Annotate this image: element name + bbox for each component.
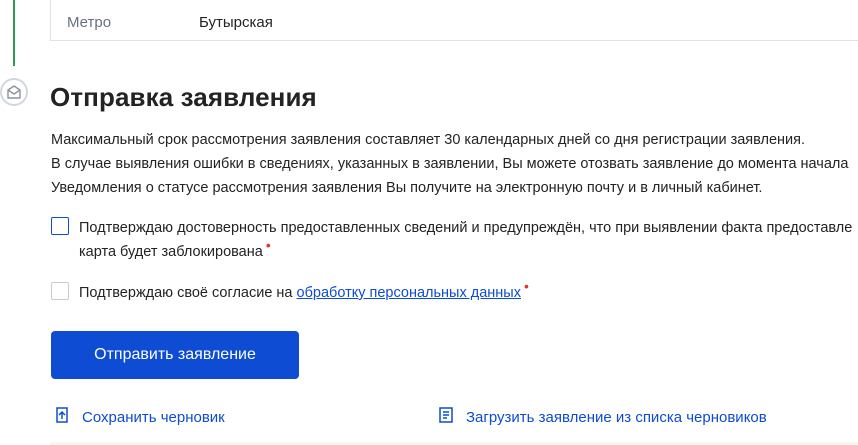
accuracy-confirmation[interactable]: Подтверждаю достоверность предоставленны…: [51, 216, 852, 264]
consent-checkbox[interactable]: [51, 282, 69, 300]
save-draft-link[interactable]: Сохранить черновик: [52, 405, 225, 430]
accuracy-label-line2: карта будет заблокирована •: [79, 237, 852, 264]
save-draft-label: Сохранить черновик: [82, 409, 225, 426]
required-marker: •: [265, 237, 271, 254]
info-line: Уведомления о статусе рассмотрения заявл…: [51, 180, 763, 196]
load-draft-link[interactable]: Загрузить заявление из списка черновиков: [436, 405, 767, 430]
info-line: В случае выявления ошибки в сведениях, у…: [51, 156, 849, 172]
submission-info: Максимальный срок рассмотрения заявления…: [51, 128, 848, 200]
accuracy-label-line1: Подтверждаю достоверность предоставленны…: [79, 220, 853, 236]
accuracy-checkbox[interactable]: [51, 217, 69, 235]
envelope-icon: [0, 78, 28, 106]
consent-label: Подтверждаю своё согласие на обработку п…: [79, 278, 529, 305]
submit-application-button[interactable]: Отправить заявление: [51, 331, 299, 379]
accuracy-label: Подтверждаю достоверность предоставленны…: [79, 216, 852, 264]
consent-text: Подтверждаю своё согласие на: [79, 285, 297, 301]
save-draft-icon: [52, 405, 72, 430]
progress-rail: [13, 0, 15, 66]
info-line: Максимальный срок рассмотрения заявления…: [51, 132, 806, 148]
metro-detail-card: Метро Бутырская: [50, 0, 858, 41]
metro-label: Метро: [67, 14, 112, 31]
load-draft-label: Загрузить заявление из списка черновиков: [466, 409, 767, 426]
consent-confirmation[interactable]: Подтверждаю своё согласие на обработку п…: [51, 278, 529, 305]
section-title: Отправка заявления: [50, 82, 317, 112]
document-list-icon: [436, 405, 456, 430]
accuracy-label-line2-text: карта будет заблокирована: [79, 244, 263, 260]
metro-value: Бутырская: [199, 14, 273, 31]
personal-data-link[interactable]: обработку персональных данных: [297, 285, 521, 301]
required-marker: •: [523, 278, 529, 295]
